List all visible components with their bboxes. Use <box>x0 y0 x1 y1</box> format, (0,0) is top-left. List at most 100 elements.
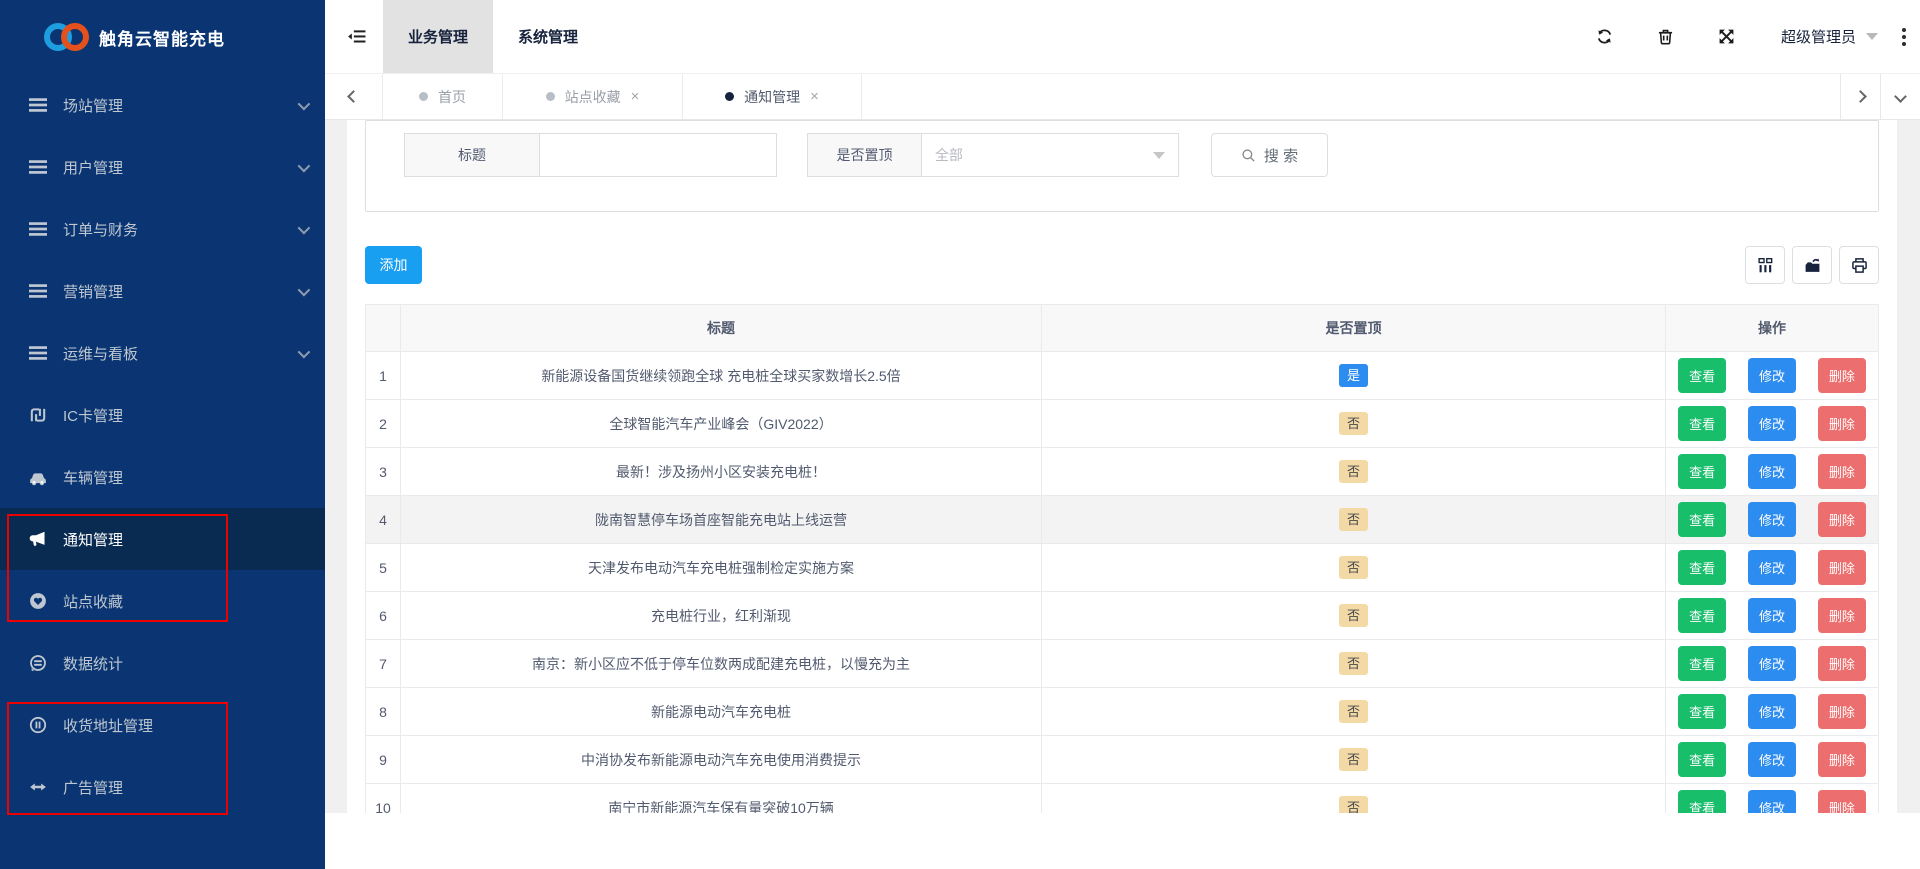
tab-notice[interactable]: 通知管理 × <box>682 74 862 119</box>
title-input[interactable] <box>539 133 777 177</box>
edit-button[interactable]: 修改 <box>1747 742 1796 777</box>
sidebar-item-site-favorite[interactable]: 站点收藏 <box>0 570 325 632</box>
pause-circle-icon <box>29 716 49 734</box>
delete-button[interactable]: 删除 <box>1817 406 1866 441</box>
user-menu[interactable]: 超级管理员 <box>1781 26 1878 47</box>
view-button[interactable]: 查看 <box>1678 598 1727 633</box>
col-header-pinned: 是否置顶 <box>1041 304 1666 352</box>
table-row: 4 陇南智慧停车场首座智能充电站上线运营 否 查看 修改 删除 <box>365 495 1879 544</box>
menu-tab-system[interactable]: 系统管理 <box>493 0 603 73</box>
delete-button[interactable]: 删除 <box>1817 502 1866 537</box>
edit-button[interactable]: 修改 <box>1747 406 1796 441</box>
edit-button[interactable]: 修改 <box>1747 694 1796 729</box>
trash-button[interactable] <box>1657 28 1674 45</box>
sidebar-item-station-management[interactable]: 场站管理 <box>0 74 325 136</box>
sidebar-item-ic-card[interactable]: IC卡管理 <box>0 384 325 446</box>
delete-button[interactable]: 删除 <box>1817 358 1866 393</box>
row-title: 南京：新小区应不低于停车位数两成配建充电桩，以慢充为主 <box>400 639 1042 688</box>
more-options-button[interactable] <box>1902 27 1906 46</box>
view-button[interactable]: 查看 <box>1678 646 1727 681</box>
tabs-dropdown-button[interactable] <box>1880 74 1920 119</box>
col-header-index <box>365 304 401 352</box>
user-name: 超级管理员 <box>1780 29 1856 46</box>
edit-button[interactable]: 修改 <box>1747 550 1796 585</box>
row-index: 7 <box>365 639 401 688</box>
table-row: 3 最新！涉及扬州小区安装充电桩！ 否 查看 修改 删除 <box>365 447 1879 496</box>
chevron-down-icon <box>297 159 311 172</box>
print-icon <box>1851 257 1868 274</box>
sidebar-nav: 场站管理 用户管理 订单与财务 营销管理 运维与看板 IC卡管理 车辆管理 通知… <box>0 74 325 818</box>
tab-site-favorite[interactable]: 站点收藏 × <box>502 74 682 119</box>
sidebar-item-notice-management[interactable]: 通知管理 <box>0 508 325 570</box>
main-area: 业务管理 系统管理 超级管理员 首页 站点收藏 × 通知管理 × 标题 是否置顶… <box>325 0 1920 869</box>
close-icon[interactable]: × <box>810 88 819 105</box>
menu-fold-icon <box>347 28 366 45</box>
search-button[interactable]: 搜 索 <box>1211 133 1328 177</box>
row-title: 陇南智慧停车场首座智能充电站上线运营 <box>400 495 1042 544</box>
tab-home[interactable]: 首页 <box>382 74 502 119</box>
notice-table: 标题 是否置顶 操作 1 新能源设备国货继续领跑全球 充电桩全球买家数增长2.5… <box>365 304 1879 813</box>
close-icon[interactable]: × <box>631 88 640 105</box>
delete-button[interactable]: 删除 <box>1817 598 1866 633</box>
pinned-filter: 是否置顶 全部 <box>807 133 1179 177</box>
view-button[interactable]: 查看 <box>1678 694 1727 729</box>
pinned-select[interactable]: 全部 <box>921 133 1179 177</box>
sidebar-item-ops-dashboard[interactable]: 运维与看板 <box>0 322 325 384</box>
edit-button[interactable]: 修改 <box>1747 598 1796 633</box>
delete-button[interactable]: 删除 <box>1817 550 1866 585</box>
chevron-down-icon <box>297 221 311 234</box>
view-button[interactable]: 查看 <box>1678 742 1727 777</box>
refresh-icon <box>1596 28 1613 45</box>
export-button[interactable] <box>1792 246 1832 284</box>
row-title: 全球智能汽车产业峰会（GIV2022） <box>400 399 1042 448</box>
sidebar-item-shipping-address[interactable]: 收货地址管理 <box>0 694 325 756</box>
row-index: 2 <box>365 399 401 448</box>
sidebar-item-user-management[interactable]: 用户管理 <box>0 136 325 198</box>
add-button[interactable]: 添加 <box>365 246 422 284</box>
tab-dot-icon <box>419 92 428 101</box>
print-button[interactable] <box>1839 246 1879 284</box>
view-button[interactable]: 查看 <box>1678 790 1727 813</box>
edit-button[interactable]: 修改 <box>1747 790 1796 813</box>
view-button[interactable]: 查看 <box>1678 358 1727 393</box>
bars-icon <box>29 96 49 114</box>
table-row: 1 新能源设备国货继续领跑全球 充电桩全球买家数增长2.5倍 是 查看 修改 删… <box>365 351 1879 400</box>
fullscreen-button[interactable] <box>1718 28 1735 45</box>
edit-button[interactable]: 修改 <box>1747 646 1796 681</box>
delete-button[interactable]: 删除 <box>1817 646 1866 681</box>
row-title: 南宁市新能源汽车保有量突破10万辆 <box>400 783 1042 813</box>
table-row: 5 天津发布电动汽车充电桩强制检定实施方案 否 查看 修改 删除 <box>365 543 1879 592</box>
tabs-scroll-right-button[interactable] <box>1840 74 1880 119</box>
edit-button[interactable]: 修改 <box>1747 454 1796 489</box>
sidebar-item-ad-management[interactable]: 广告管理 <box>0 756 325 818</box>
delete-button[interactable]: 删除 <box>1817 694 1866 729</box>
chevron-down-icon <box>1153 151 1165 159</box>
view-button[interactable]: 查看 <box>1678 454 1727 489</box>
menu-tab-business[interactable]: 业务管理 <box>383 0 493 73</box>
delete-button[interactable]: 删除 <box>1817 454 1866 489</box>
view-button[interactable]: 查看 <box>1678 502 1727 537</box>
right-gutter[interactable] <box>1897 120 1920 813</box>
pinned-badge: 否 <box>1338 412 1368 435</box>
view-button[interactable]: 查看 <box>1678 406 1727 441</box>
edit-button[interactable]: 修改 <box>1747 502 1796 537</box>
table-row: 6 充电桩行业，红利渐现 否 查看 修改 删除 <box>365 591 1879 640</box>
columns-setting-button[interactable] <box>1745 246 1785 284</box>
refresh-button[interactable] <box>1596 28 1613 45</box>
delete-button[interactable]: 删除 <box>1817 790 1866 813</box>
delete-button[interactable]: 删除 <box>1817 742 1866 777</box>
collapse-sidebar-button[interactable] <box>347 28 366 45</box>
content-viewport: 标题 是否置顶 全部 搜 索 添加 标题 是否置顶 操作 1 新能源设备国货继续… <box>325 120 1920 813</box>
bars-icon <box>29 158 49 176</box>
pinned-badge: 否 <box>1338 652 1368 675</box>
tabs-scroll-left-button[interactable] <box>325 74 382 119</box>
pinned-filter-label: 是否置顶 <box>807 133 921 177</box>
edit-button[interactable]: 修改 <box>1747 358 1796 393</box>
sidebar-item-marketing[interactable]: 营销管理 <box>0 260 325 322</box>
sidebar-item-data-statistics[interactable]: 数据统计 <box>0 632 325 694</box>
sidebar-item-vehicle[interactable]: 车辆管理 <box>0 446 325 508</box>
col-header-actions: 操作 <box>1665 304 1879 352</box>
pinned-badge: 否 <box>1338 748 1368 771</box>
view-button[interactable]: 查看 <box>1678 550 1727 585</box>
sidebar-item-order-finance[interactable]: 订单与财务 <box>0 198 325 260</box>
